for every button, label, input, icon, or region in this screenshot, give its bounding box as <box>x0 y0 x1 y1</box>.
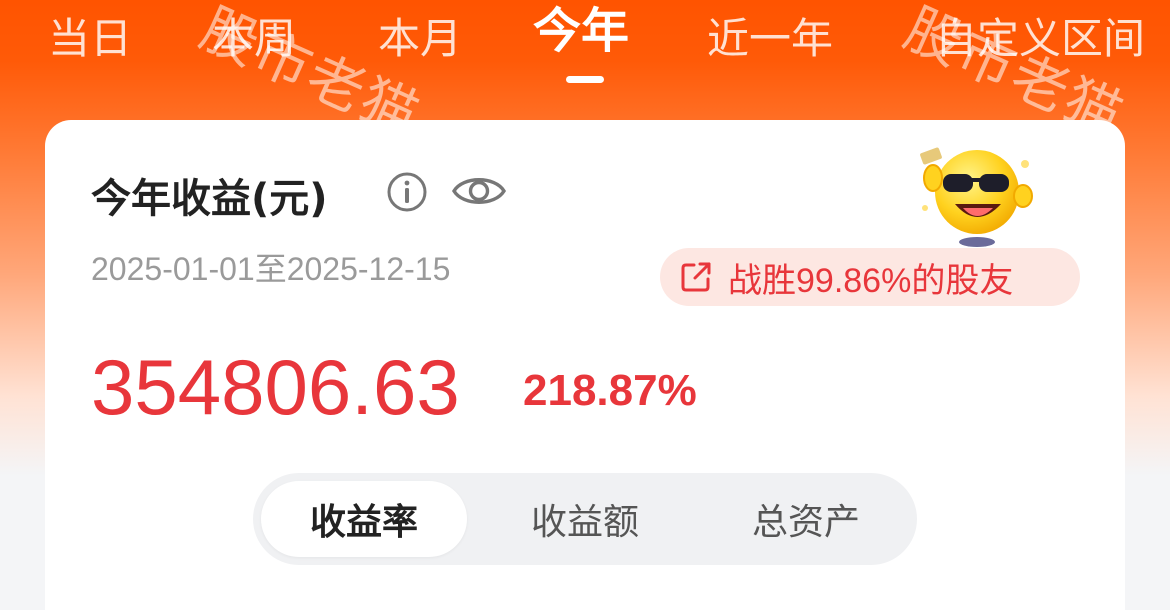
tab-today[interactable]: 当日 <box>48 14 132 64</box>
segment-total-assets[interactable]: 总资产 <box>703 481 909 557</box>
tab-this-week[interactable]: 本周 <box>212 14 296 64</box>
beat-percentage-text: 战胜99.86%的股友 <box>728 261 1014 300</box>
eye-icon[interactable] <box>451 168 507 214</box>
profit-card: 今年收益(元) 2025-01-01至2025-12-15 战胜99.86%的股… <box>45 120 1125 610</box>
date-range: 2025-01-01至2025-12-15 <box>91 251 451 287</box>
segment-return-rate[interactable]: 收益率 <box>261 481 467 557</box>
period-tabs: 当日 本周 本月 今年 近一年 自定义区间 <box>0 0 1170 100</box>
segment-profit-amount[interactable]: 收益额 <box>482 481 688 557</box>
tab-this-month[interactable]: 本月 <box>378 14 462 64</box>
tab-last-year[interactable]: 近一年 <box>707 14 833 64</box>
beat-percentage-badge[interactable]: 战胜99.86%的股友 <box>660 248 1080 306</box>
profit-rate: 218.87% <box>523 366 697 415</box>
profit-amount: 354806.63 <box>91 343 460 431</box>
chart-mode-switch: 收益率 收益额 总资产 <box>253 473 917 565</box>
info-icon[interactable] <box>385 170 429 214</box>
active-tab-indicator <box>566 76 604 83</box>
tab-custom-range[interactable]: 自定义区间 <box>935 14 1145 64</box>
card-title: 今年收益(元) <box>91 176 328 222</box>
share-icon <box>681 262 711 292</box>
mascot-icon <box>920 147 1033 247</box>
tab-this-year[interactable]: 今年 <box>533 6 629 56</box>
